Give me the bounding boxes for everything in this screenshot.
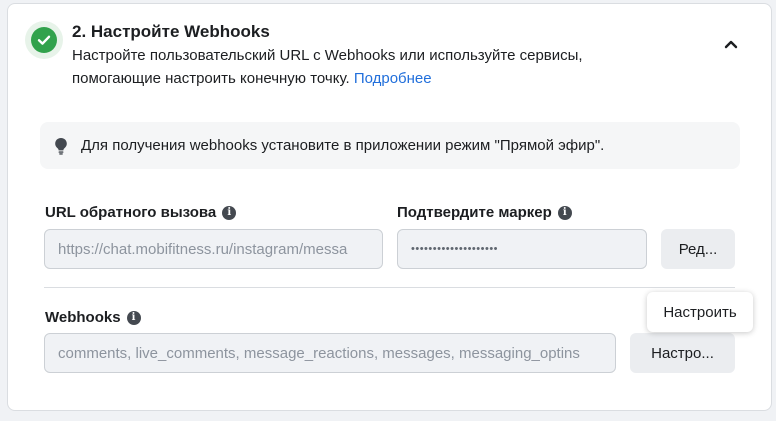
- step-description-text: Настройте пользовательский URL с Webhook…: [72, 47, 583, 87]
- verify-token-label-text: Подтвердите маркер: [397, 204, 552, 221]
- step-description: Настройте пользовательский URL с Webhook…: [72, 44, 652, 90]
- callback-url-label-text: URL обратного вызова: [45, 204, 217, 221]
- step-title: 2. Настройте Webhooks: [72, 22, 270, 41]
- chevron-up-icon: [724, 40, 738, 49]
- callback-url-label: URL обратного вызова i: [45, 204, 237, 221]
- notice-text: Для получения webhooks установите в прил…: [81, 137, 605, 154]
- callback-url-input[interactable]: https://chat.mobifitness.ru/instagram/me…: [44, 229, 383, 269]
- section-divider: [44, 287, 735, 288]
- info-icon[interactable]: i: [222, 205, 237, 220]
- learn-more-link[interactable]: Подробнее: [354, 70, 432, 87]
- lightbulb-icon: [54, 137, 70, 155]
- info-icon[interactable]: i: [126, 310, 141, 325]
- webhooks-label: Webhooks i: [45, 309, 141, 326]
- configure-button[interactable]: Настро...: [630, 333, 735, 373]
- step-complete-badge: [25, 21, 63, 59]
- verify-token-input[interactable]: ••••••••••••••••••••: [397, 229, 647, 269]
- webhooks-label-text: Webhooks: [45, 309, 121, 326]
- webhooks-fields-input[interactable]: comments, live_comments, message_reactio…: [44, 333, 616, 373]
- live-mode-notice: Для получения webhooks установите в прил…: [40, 122, 740, 169]
- collapse-button[interactable]: [718, 31, 744, 57]
- edit-button[interactable]: Ред...: [661, 229, 735, 269]
- check-icon: [31, 27, 57, 53]
- info-icon[interactable]: i: [557, 205, 572, 220]
- verify-token-label: Подтвердите маркер i: [397, 204, 572, 221]
- configure-tooltip: Настроить: [647, 292, 753, 332]
